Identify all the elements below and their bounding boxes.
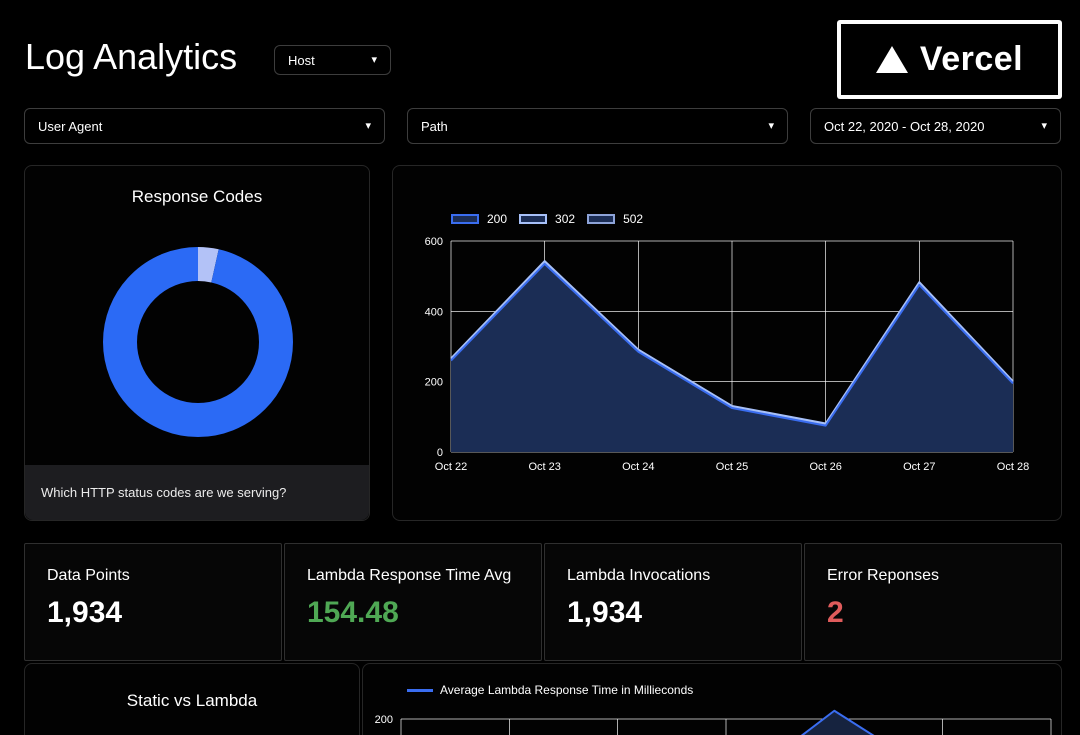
svg-text:Oct 28: Oct 28 <box>997 461 1029 473</box>
vercel-logo-inner: Vercel <box>841 24 1058 95</box>
host-dropdown-label: Host <box>288 53 315 68</box>
legend-label-302: 302 <box>555 212 575 226</box>
svg-text:200: 200 <box>375 714 393 726</box>
svg-text:200: 200 <box>425 377 443 389</box>
legend-swatch-502-icon <box>587 214 615 224</box>
page-title: Log Analytics <box>25 36 237 78</box>
static-vs-lambda-card: Static vs Lambda <box>24 663 360 735</box>
lambda-response-time-chart-card: 200 Average Lambda Response Time in Mill… <box>362 663 1062 735</box>
svg-text:Oct 26: Oct 26 <box>809 461 841 473</box>
stat-label: Error Reponses <box>827 567 1061 585</box>
chevron-down-icon: ▾ <box>365 121 371 132</box>
legend-swatch-line-icon <box>407 689 433 692</box>
stat-card-error-responses: Error Reponses 2 <box>804 543 1062 661</box>
response-codes-card: Response Codes Which HTTP status codes a… <box>24 165 370 521</box>
lambda-chart-legend[interactable]: Average Lambda Response Time in Millieco… <box>407 683 693 697</box>
vercel-logo: Vercel <box>837 20 1062 99</box>
legend-swatch-302-icon <box>519 214 547 224</box>
stat-card-lambda-response-time-avg: Lambda Response Time Avg 154.48 <box>284 543 542 661</box>
lambda-legend-label: Average Lambda Response Time in Millieco… <box>440 683 693 697</box>
svg-text:400: 400 <box>425 306 443 318</box>
legend-item-502[interactable]: 502 <box>587 212 643 226</box>
host-dropdown[interactable]: Host ▾ <box>274 45 391 75</box>
vercel-triangle-icon <box>876 46 908 73</box>
lambda-response-time-chart: 200 <box>363 664 1062 735</box>
vercel-logo-text: Vercel <box>920 40 1023 79</box>
user-agent-dropdown-label: User Agent <box>38 119 102 134</box>
chevron-down-icon: ▾ <box>1041 121 1047 132</box>
user-agent-dropdown[interactable]: User Agent ▾ <box>24 108 385 144</box>
svg-text:Oct 23: Oct 23 <box>528 461 560 473</box>
date-range-dropdown-label: Oct 22, 2020 - Oct 28, 2020 <box>824 119 984 134</box>
path-dropdown-label: Path <box>421 119 448 134</box>
svg-text:Oct 22: Oct 22 <box>435 461 467 473</box>
stat-label: Lambda Response Time Avg <box>307 567 541 585</box>
legend-swatch-200-icon <box>451 214 479 224</box>
stat-value: 1,934 <box>47 596 281 630</box>
stat-value: 1,934 <box>567 596 801 630</box>
stat-card-data-points: Data Points 1,934 <box>24 543 282 661</box>
static-vs-lambda-title: Static vs Lambda <box>25 691 359 711</box>
path-dropdown[interactable]: Path ▾ <box>407 108 788 144</box>
stats-row: Data Points 1,934 Lambda Response Time A… <box>24 543 1062 661</box>
log-analytics-dashboard: Log Analytics Host ▾ Vercel User Agent ▾… <box>0 0 1080 735</box>
svg-text:Oct 24: Oct 24 <box>622 461 654 473</box>
date-range-dropdown[interactable]: Oct 22, 2020 - Oct 28, 2020 ▾ <box>810 108 1061 144</box>
svg-text:0: 0 <box>437 447 443 459</box>
chevron-down-icon: ▾ <box>371 55 377 66</box>
timeline-legend: 200 302 502 <box>451 212 643 226</box>
svg-text:Oct 27: Oct 27 <box>903 461 935 473</box>
response-codes-footer: Which HTTP status codes are we serving? <box>25 465 369 520</box>
legend-item-302[interactable]: 302 <box>519 212 575 226</box>
status-codes-chart-card: Oct 22 Oct 23 Oct 24 Oct 25 Oct 26 Oct 27 Oct … <box>392 165 1062 521</box>
stat-value: 2 <box>827 596 1061 630</box>
stat-card-lambda-invocations: Lambda Invocations 1,934 <box>544 543 802 661</box>
stat-label: Data Points <box>47 567 281 585</box>
legend-item-200[interactable]: 200 <box>451 212 507 226</box>
chevron-down-icon: ▾ <box>768 121 774 132</box>
svg-text:Oct 25: Oct 25 <box>716 461 748 473</box>
svg-text:600: 600 <box>425 236 443 248</box>
stat-label: Lambda Invocations <box>567 567 801 585</box>
legend-label-200: 200 <box>487 212 507 226</box>
stat-value: 154.48 <box>307 596 541 630</box>
response-codes-donut-chart <box>25 166 371 467</box>
legend-label-502: 502 <box>623 212 643 226</box>
